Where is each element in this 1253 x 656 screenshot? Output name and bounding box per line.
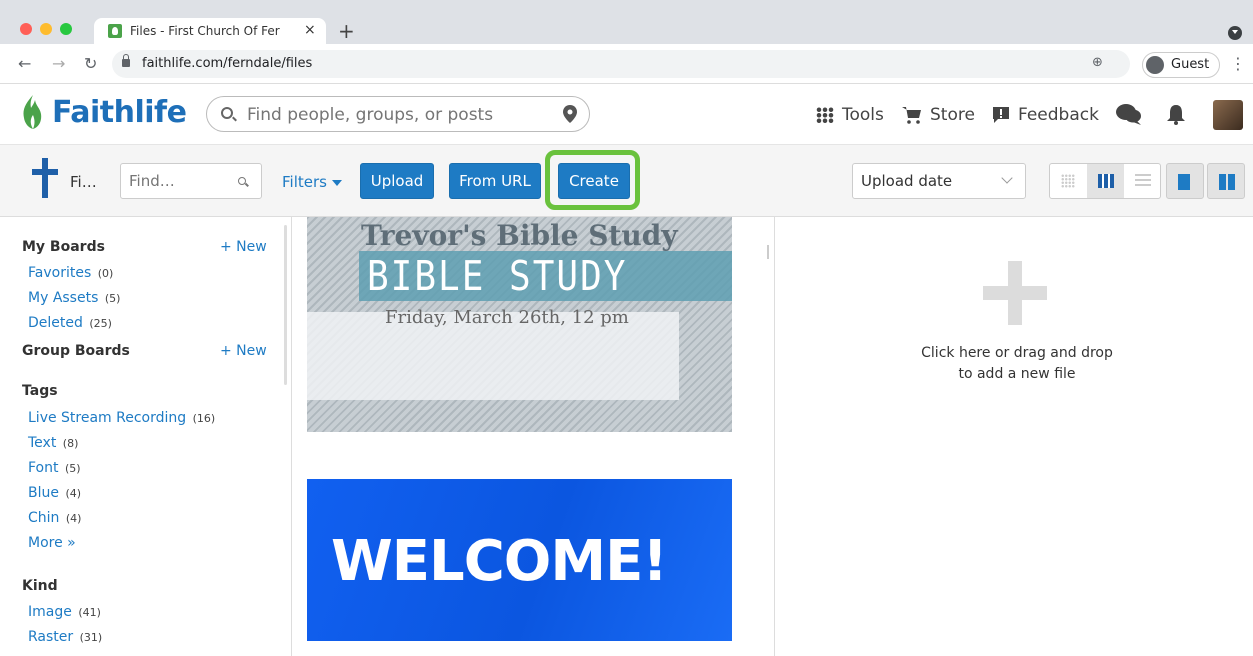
file-thumbnail-welcome[interactable]: WELCOME! — [307, 479, 732, 641]
cart-icon — [902, 107, 921, 124]
small-grid-view-button[interactable] — [1050, 164, 1087, 198]
split-pane-button[interactable] — [1207, 163, 1245, 199]
maximize-window-button[interactable] — [60, 23, 72, 35]
file-find-input[interactable] — [129, 172, 229, 190]
zoom-icon[interactable]: ⊕ — [1092, 55, 1103, 70]
url-field[interactable]: faithlife.com/ferndale/files ⊕ — [112, 50, 1130, 78]
messages-icon[interactable] — [1116, 103, 1142, 125]
upload-drop-zone[interactable]: Click here or drag and drop to add a new… — [776, 217, 1253, 656]
reload-icon[interactable]: ↻ — [84, 54, 97, 73]
add-file-plus-icon-bar — [983, 286, 1047, 300]
chevron-down-icon — [1001, 172, 1013, 184]
thumbnail-banner-text: BIBLE STUDY — [367, 253, 628, 301]
new-group-board-button[interactable]: + New — [220, 343, 267, 359]
profile-label: Guest — [1171, 57, 1210, 72]
back-arrow-icon[interactable]: ← — [18, 54, 31, 73]
url-text: faithlife.com/ferndale/files — [142, 56, 313, 71]
create-button-highlight — [545, 150, 640, 210]
church-cross-icon — [32, 158, 58, 198]
location-pin-icon[interactable] — [563, 105, 577, 123]
filters-dropdown[interactable]: Filters — [282, 173, 342, 191]
store-menu[interactable]: Store — [902, 105, 975, 125]
drop-zone-line-1: Click here or drag and drop — [921, 345, 1113, 361]
tools-label: Tools — [842, 105, 884, 125]
chrome-menu-down-icon[interactable] — [1228, 26, 1242, 40]
feedback-label: Feedback — [1018, 105, 1099, 125]
files-toolbar: Fi… Filters Upload From URL Create Uploa… — [0, 145, 1253, 217]
browser-tab-bar: Files - First Church Of Ferndale × + — [0, 0, 1253, 44]
tab-close-icon[interactable]: × — [304, 22, 316, 38]
sidebar-item-my-assets[interactable]: My Assets (5) — [28, 290, 120, 306]
caret-down-icon — [331, 179, 342, 186]
group-title[interactable]: Fi… — [70, 173, 97, 191]
feedback-menu[interactable]: Feedback — [992, 105, 1099, 125]
close-window-button[interactable] — [20, 23, 32, 35]
search-icon[interactable] — [238, 177, 246, 185]
drop-zone-text: Click here or drag and drop to add a new… — [776, 343, 1253, 385]
list-icon — [1135, 174, 1151, 188]
minimize-window-button[interactable] — [40, 23, 52, 35]
sidebar-item-favorites[interactable]: Favorites (0) — [28, 265, 113, 281]
list-view-button[interactable] — [1124, 164, 1161, 198]
file-find-box — [120, 163, 262, 199]
more-menu-icon[interactable]: ⋮ — [1230, 54, 1246, 73]
upload-button[interactable]: Upload — [360, 163, 434, 199]
view-mode-group — [1049, 163, 1161, 199]
kind-image[interactable]: Image (41) — [28, 604, 101, 620]
user-avatar[interactable] — [1213, 100, 1243, 130]
my-boards-heading: My Boards — [22, 239, 105, 255]
global-search-input[interactable] — [247, 103, 547, 127]
notifications-bell-icon[interactable] — [1166, 103, 1186, 125]
tag-font[interactable]: Font (5) — [28, 460, 81, 476]
file-grid: Trevor's Bible Study BIBLE STUDY Friday,… — [293, 217, 775, 656]
browser-tab[interactable]: Files - First Church Of Ferndale × — [94, 18, 326, 44]
thumbnail-title: Trevor's Bible Study — [361, 219, 678, 252]
grid-icon — [816, 107, 834, 123]
lock-icon — [122, 54, 130, 67]
thumbnail-welcome-text: WELCOME! — [331, 529, 668, 594]
group-boards-heading: Group Boards — [22, 343, 130, 359]
sidebar-item-deleted[interactable]: Deleted (25) — [28, 315, 112, 331]
sidebar-scrollbar[interactable] — [284, 225, 287, 385]
thumbnail-date: Friday, March 26th, 12 pm — [385, 307, 629, 328]
faithlife-logo-text[interactable]: Faithlife — [52, 95, 187, 130]
faithlife-favicon-icon — [108, 24, 122, 38]
profile-button[interactable]: Guest — [1142, 52, 1220, 78]
grid-view-button[interactable] — [1087, 164, 1124, 198]
tags-heading: Tags — [22, 383, 58, 399]
site-header: Faithlife Tools Store Feedback — [0, 85, 1253, 145]
tag-live-stream-recording[interactable]: Live Stream Recording (16) — [28, 410, 215, 426]
tags-more-link[interactable]: More » — [28, 535, 76, 551]
single-pane-button[interactable] — [1166, 163, 1204, 199]
split-pane-icon — [1219, 174, 1235, 190]
pane-icon — [1178, 174, 1194, 190]
forward-arrow-icon[interactable]: → — [52, 54, 65, 73]
small-grid-icon — [1061, 174, 1075, 188]
profile-avatar-icon — [1146, 56, 1164, 74]
filters-label: Filters — [282, 173, 327, 191]
new-board-button[interactable]: + New — [220, 239, 267, 255]
tab-title: Files - First Church Of Ferndale — [130, 24, 280, 38]
store-label: Store — [930, 105, 975, 125]
tag-text[interactable]: Text (8) — [28, 435, 78, 451]
kind-heading: Kind — [22, 578, 58, 594]
grid-icon — [1098, 174, 1114, 188]
tag-chin[interactable]: Chin (4) — [28, 510, 81, 526]
global-search — [206, 96, 590, 132]
address-bar: ← → ↻ faithlife.com/ferndale/files ⊕ Gue… — [0, 44, 1253, 84]
sidebar: My Boards + New Favorites (0) My Assets … — [0, 217, 292, 656]
drop-zone-line-2: to add a new file — [958, 366, 1076, 382]
tag-blue[interactable]: Blue (4) — [28, 485, 81, 501]
sort-label: Upload date — [861, 172, 953, 190]
new-tab-button[interactable]: + — [338, 19, 355, 43]
kind-raster[interactable]: Raster (31) — [28, 629, 102, 645]
from-url-button[interactable]: From URL — [449, 163, 541, 199]
feedback-icon — [993, 107, 1009, 123]
tools-menu[interactable]: Tools — [816, 105, 884, 125]
file-thumbnail-bible-study[interactable]: Trevor's Bible Study BIBLE STUDY Friday,… — [307, 217, 732, 432]
grid-scroll-handle[interactable] — [767, 245, 769, 259]
search-icon — [221, 107, 233, 119]
faithlife-flame-icon[interactable] — [20, 94, 44, 130]
sort-select[interactable]: Upload date — [852, 163, 1026, 199]
